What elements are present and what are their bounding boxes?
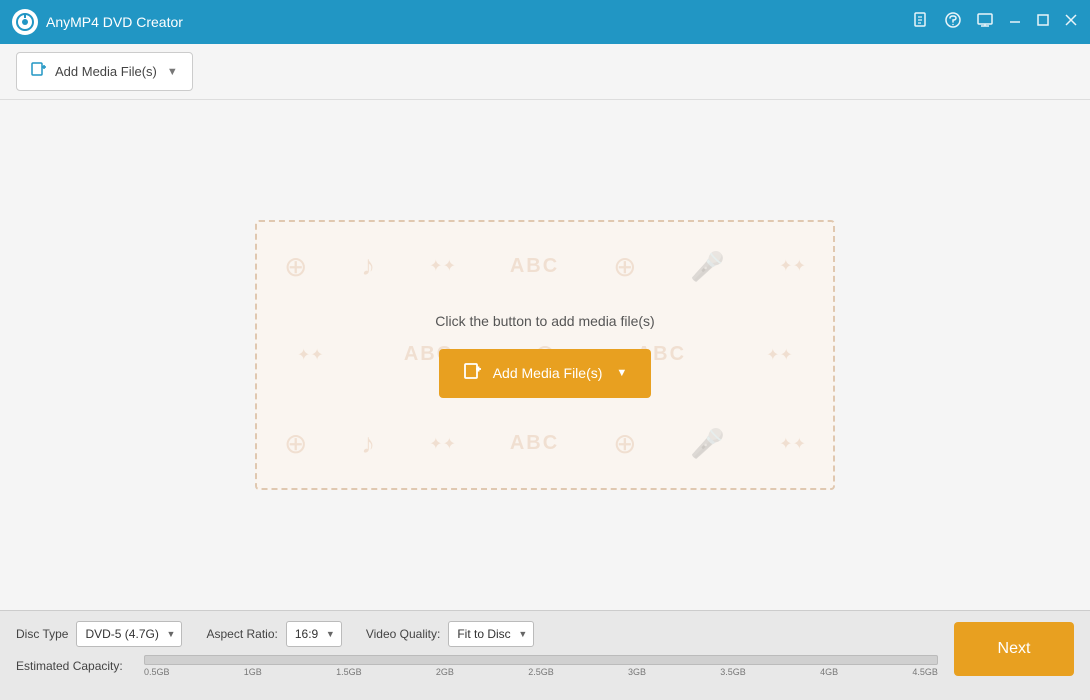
tick-4-5gb: 4.5GB: [912, 667, 938, 677]
aspect-ratio-select[interactable]: 16:9 4:3: [286, 621, 342, 647]
estimated-capacity-label: Estimated Capacity:: [16, 659, 136, 673]
add-media-orange-icon: [463, 361, 483, 386]
tick-0-5gb: 0.5GB: [144, 667, 170, 677]
tick-4gb: 4GB: [820, 667, 838, 677]
aspect-ratio-label: Aspect Ratio:: [206, 627, 277, 641]
add-media-icon: [31, 61, 47, 82]
add-media-orange-button[interactable]: Add Media File(s) ▼: [439, 349, 652, 398]
bottom-main: Disc Type DVD-5 (4.7G) DVD-9 (8.5G) BD-2…: [16, 621, 1074, 677]
disc-type-select-wrapper: DVD-5 (4.7G) DVD-9 (8.5G) BD-25 (25G) BD…: [76, 621, 182, 647]
title-bar-controls: [912, 11, 1078, 34]
tick-2gb: 2GB: [436, 667, 454, 677]
video-quality-group: Video Quality: Fit to Disc High Medium L…: [366, 621, 535, 647]
disc-type-group: Disc Type DVD-5 (4.7G) DVD-9 (8.5G) BD-2…: [16, 621, 182, 647]
add-media-button[interactable]: Add Media File(s) ▼: [16, 52, 193, 91]
restore-button[interactable]: [1036, 13, 1050, 32]
app-title: AnyMP4 DVD Creator: [46, 14, 183, 30]
disc-type-select[interactable]: DVD-5 (4.7G) DVD-9 (8.5G) BD-25 (25G) BD…: [76, 621, 182, 647]
app-logo: [12, 9, 38, 35]
aspect-ratio-select-wrapper: 16:9 4:3: [286, 621, 342, 647]
tick-1gb: 1GB: [244, 667, 262, 677]
video-quality-label: Video Quality:: [366, 627, 441, 641]
tick-3gb: 3GB: [628, 667, 646, 677]
capacity-ticks: 0.5GB 1GB 1.5GB 2GB 2.5GB 3GB 3.5GB 4GB …: [144, 667, 938, 677]
bottom-bar: Disc Type DVD-5 (4.7G) DVD-9 (8.5G) BD-2…: [0, 610, 1090, 700]
feedback-icon[interactable]: [944, 11, 962, 34]
title-bar-left: AnyMP4 DVD Creator: [12, 9, 183, 35]
capacity-bar-container: 0.5GB 1GB 1.5GB 2GB 2.5GB 3GB 3.5GB 4GB …: [144, 655, 938, 677]
next-button[interactable]: Next: [954, 622, 1074, 676]
close-button[interactable]: [1064, 13, 1078, 32]
watermark-row-3: ⊕ ♪ ✦✦ ABC ⊕ 🎤 ✦✦: [257, 427, 833, 460]
bottom-left: Disc Type DVD-5 (4.7G) DVD-9 (8.5G) BD-2…: [16, 621, 938, 677]
tick-1-5gb: 1.5GB: [336, 667, 362, 677]
file-icon[interactable]: [912, 11, 930, 34]
tick-3-5gb: 3.5GB: [720, 667, 746, 677]
drop-prompt-text: Click the button to add media file(s): [435, 313, 654, 329]
add-media-label: Add Media File(s): [55, 64, 157, 79]
title-bar: AnyMP4 DVD Creator: [0, 0, 1090, 44]
drop-area: ⊕ ♪ ✦✦ ABC ⊕ 🎤 ✦✦ ✦✦ ABC ⊕ ABC ✦✦ ⊕ ♪ ✦✦…: [255, 220, 835, 490]
capacity-bar: [144, 655, 938, 665]
add-media-orange-dropdown-icon: ▼: [616, 367, 627, 379]
add-media-dropdown-icon: ▼: [167, 66, 178, 78]
support-icon[interactable]: [976, 11, 994, 34]
toolbar: Add Media File(s) ▼: [0, 44, 1090, 100]
tick-2-5gb: 2.5GB: [528, 667, 554, 677]
video-quality-select-wrapper: Fit to Disc High Medium Low: [448, 621, 534, 647]
video-quality-select[interactable]: Fit to Disc High Medium Low: [448, 621, 534, 647]
main-content: ⊕ ♪ ✦✦ ABC ⊕ 🎤 ✦✦ ✦✦ ABC ⊕ ABC ✦✦ ⊕ ♪ ✦✦…: [0, 100, 1090, 610]
aspect-ratio-group: Aspect Ratio: 16:9 4:3: [206, 621, 341, 647]
bottom-right: Next: [938, 622, 1074, 676]
bottom-controls: Disc Type DVD-5 (4.7G) DVD-9 (8.5G) BD-2…: [16, 621, 938, 647]
add-media-orange-label: Add Media File(s): [493, 365, 603, 381]
capacity-row: Estimated Capacity: 0.5GB 1GB 1.5GB 2GB …: [16, 655, 938, 677]
disc-type-label: Disc Type: [16, 627, 68, 641]
minimize-button[interactable]: [1008, 13, 1022, 32]
watermark-row-1: ⊕ ♪ ✦✦ ABC ⊕ 🎤 ✦✦: [257, 250, 833, 283]
